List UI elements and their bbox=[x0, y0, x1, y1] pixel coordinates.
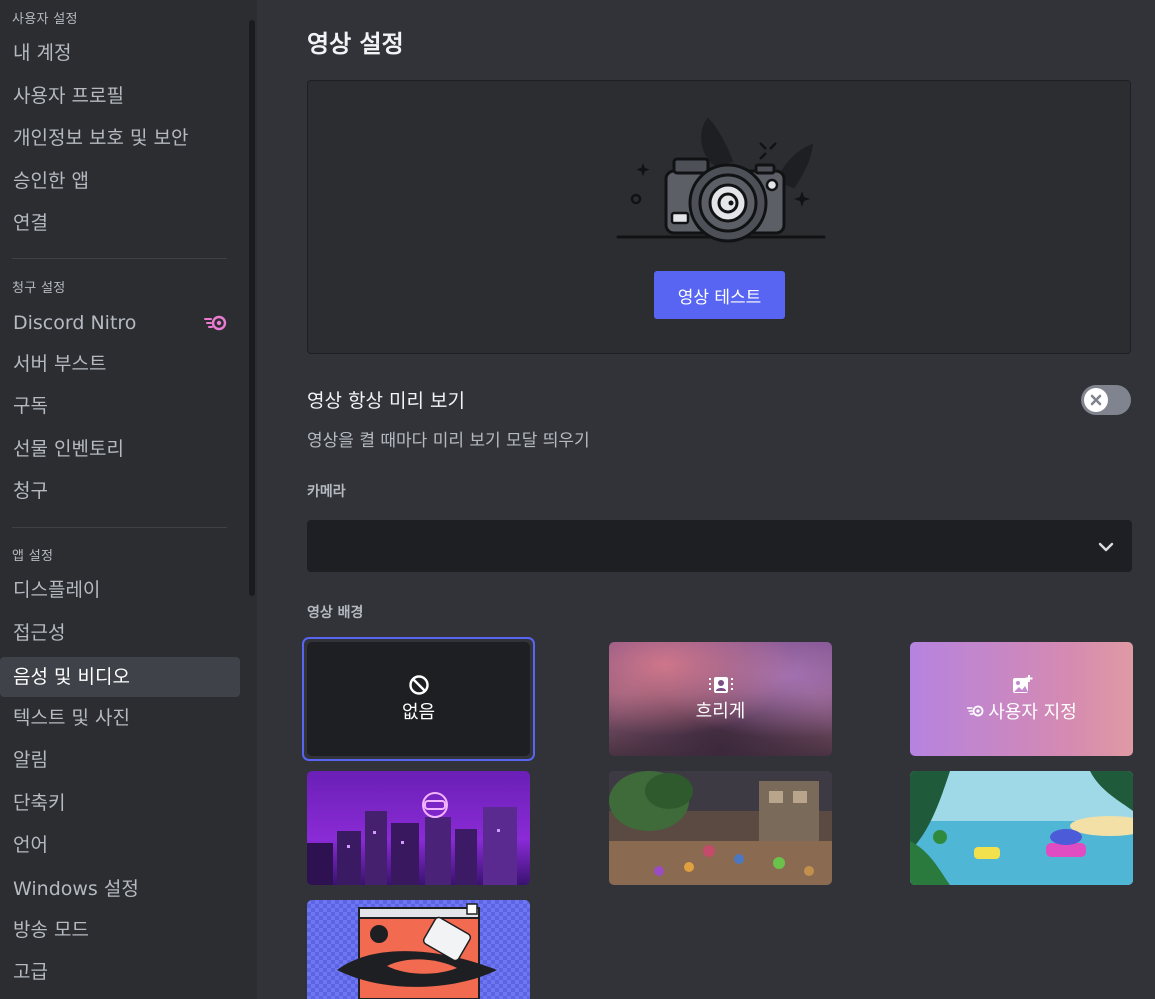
camera-select[interactable] bbox=[307, 520, 1132, 572]
page-title: 영상 설정 bbox=[307, 30, 404, 58]
camera-illustration bbox=[616, 117, 826, 243]
plaza-image bbox=[609, 771, 832, 885]
sidebar-item-notifications[interactable]: 알림 bbox=[0, 740, 240, 780]
sidebar-item-keybinds[interactable]: 단축키 bbox=[0, 783, 240, 823]
retro-window-image bbox=[307, 900, 530, 999]
sidebar-item-label: 고급 bbox=[13, 961, 48, 983]
sidebar-item-voice-video[interactable]: 음성 및 비디오 bbox=[0, 657, 240, 697]
sidebar-divider bbox=[12, 527, 227, 528]
sidebar-item-label: 청구 bbox=[13, 480, 48, 502]
sidebar-item-label: 구독 bbox=[13, 395, 48, 417]
sidebar-item-label: 개인정보 보호 및 보안 bbox=[13, 127, 189, 149]
sidebar-item-authorized-apps[interactable]: 승인한 앱 bbox=[0, 161, 240, 201]
sidebar-item-label: 음성 및 비디오 bbox=[13, 666, 130, 688]
always-preview-title: 영상 항상 미리 보기 bbox=[307, 390, 465, 412]
sidebar-item-label: 텍스트 및 사진 bbox=[13, 707, 130, 729]
sidebar-scrollbar[interactable] bbox=[249, 20, 255, 596]
settings-content: 영상 설정 영상 테스트 영상 항상 미리 보기 영상을 켤 때마다 미리 보기… bbox=[257, 0, 1155, 999]
background-option-city-night[interactable] bbox=[307, 771, 530, 885]
beach-image bbox=[910, 771, 1133, 885]
sidebar-item-label: 내 계정 bbox=[13, 42, 72, 64]
city-night-image bbox=[307, 771, 530, 885]
sidebar-item-language[interactable]: 언어 bbox=[0, 825, 240, 865]
always-preview-toggle[interactable] bbox=[1081, 385, 1131, 415]
sidebar-item-label: 연결 bbox=[13, 212, 48, 234]
sidebar-item-streamer-mode[interactable]: 방송 모드 bbox=[0, 910, 240, 950]
sidebar-item-accessibility[interactable]: 접근성 bbox=[0, 613, 240, 653]
background-option-label: 없음 bbox=[401, 702, 436, 723]
sidebar-item-connections[interactable]: 연결 bbox=[0, 203, 240, 243]
test-video-button[interactable]: 영상 테스트 bbox=[654, 271, 785, 319]
background-option-retro-window[interactable] bbox=[307, 900, 530, 999]
sidebar-divider bbox=[12, 258, 227, 259]
background-option-plaza[interactable] bbox=[609, 771, 832, 885]
sidebar-item-label: 사용자 프로필 bbox=[13, 85, 124, 107]
background-option-none[interactable]: 없음 bbox=[307, 642, 530, 756]
sidebar-item-label: 알림 bbox=[13, 749, 48, 771]
sidebar-item-label: 선물 인벤토리 bbox=[13, 438, 124, 460]
camera-label: 카메라 bbox=[307, 484, 346, 500]
sidebar-item-label: 언어 bbox=[13, 834, 48, 856]
chevron-down-icon bbox=[1098, 542, 1114, 552]
add-image-icon bbox=[1012, 675, 1032, 693]
custom-option-label: 사용자 지정 bbox=[988, 702, 1077, 723]
close-icon bbox=[1090, 394, 1102, 406]
sidebar-item-text-images[interactable]: 텍스트 및 사진 bbox=[0, 698, 240, 738]
sidebar-item-billing[interactable]: 청구 bbox=[0, 471, 240, 511]
sidebar-item-my-account[interactable]: 내 계정 bbox=[0, 33, 240, 73]
sidebar-item-label: Windows 설정 bbox=[13, 878, 139, 900]
sidebar-item-label: 방송 모드 bbox=[13, 919, 89, 941]
nitro-icon bbox=[204, 315, 227, 331]
sidebar-item-label: 승인한 앱 bbox=[13, 170, 89, 192]
sidebar-item-user-profile[interactable]: 사용자 프로필 bbox=[0, 76, 240, 116]
sidebar-header-billing: 청구 설정 bbox=[12, 281, 66, 296]
sidebar-item-privacy-safety[interactable]: 개인정보 보호 및 보안 bbox=[0, 118, 240, 158]
video-preview-panel: 영상 테스트 bbox=[307, 80, 1131, 354]
sidebar-item-server-boost[interactable]: 서버 부스트 bbox=[0, 344, 240, 384]
video-background-label: 영상 배경 bbox=[307, 605, 364, 621]
settings-sidebar: 사용자 설정 내 계정 사용자 프로필 개인정보 보호 및 보안 승인한 앱 연… bbox=[0, 0, 257, 999]
sidebar-item-discord-nitro[interactable]: Discord Nitro bbox=[0, 303, 240, 343]
sidebar-item-label: 접근성 bbox=[13, 622, 66, 644]
background-option-label: 사용자 지정 bbox=[966, 698, 1077, 724]
prohibit-icon bbox=[408, 675, 429, 695]
sidebar-item-display[interactable]: 디스플레이 bbox=[0, 570, 240, 610]
toggle-knob bbox=[1084, 388, 1108, 412]
background-option-blur[interactable]: 흐리게 bbox=[609, 642, 832, 756]
always-preview-description: 영상을 켤 때마다 미리 보기 모달 띄우기 bbox=[307, 431, 590, 451]
sidebar-item-label: 서버 부스트 bbox=[13, 353, 107, 375]
background-option-custom[interactable]: 사용자 지정 bbox=[910, 642, 1133, 756]
background-option-label: 흐리게 bbox=[695, 701, 746, 722]
nitro-icon bbox=[966, 705, 984, 717]
sidebar-item-label: 디스플레이 bbox=[13, 579, 101, 601]
sidebar-header-app-settings: 앱 설정 bbox=[12, 549, 54, 564]
blur-person-icon bbox=[708, 677, 733, 693]
sidebar-item-advanced[interactable]: 고급 bbox=[0, 952, 240, 992]
background-option-beach[interactable] bbox=[910, 771, 1133, 885]
sidebar-header-user-settings: 사용자 설정 bbox=[12, 12, 78, 27]
sidebar-item-gift-inventory[interactable]: 선물 인벤토리 bbox=[0, 429, 240, 469]
sidebar-item-label: Discord Nitro bbox=[13, 312, 137, 334]
sidebar-item-subscriptions[interactable]: 구독 bbox=[0, 386, 240, 426]
sidebar-item-windows-settings[interactable]: Windows 설정 bbox=[0, 869, 240, 909]
sidebar-item-label: 단축키 bbox=[13, 792, 66, 814]
